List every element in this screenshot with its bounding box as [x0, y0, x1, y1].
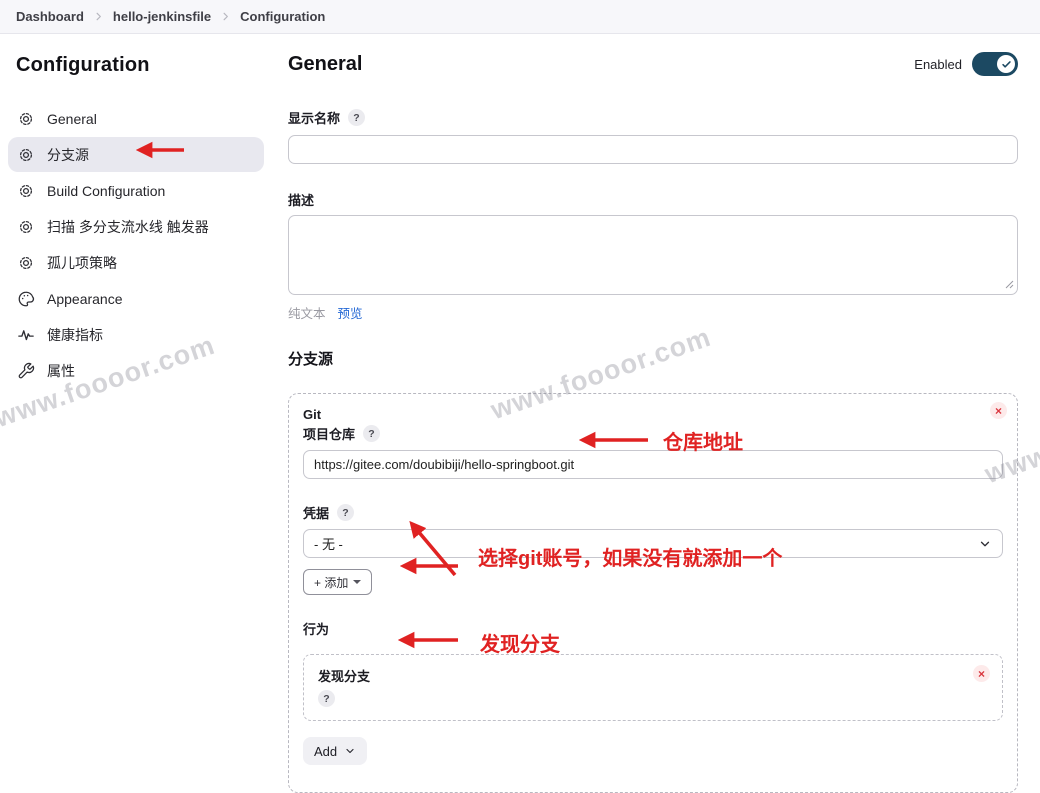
preview-link[interactable]: 预览	[338, 303, 363, 322]
toggle-knob	[997, 55, 1015, 73]
help-icon[interactable]: ?	[318, 690, 335, 707]
check-icon	[1001, 59, 1012, 70]
remove-git-source-button[interactable]: ×	[990, 402, 1007, 419]
sidebar-item-branch-sources[interactable]: 分支源	[8, 137, 264, 172]
sidebar-item-health-metrics[interactable]: 健康指标	[8, 317, 264, 352]
description-label: 描述	[288, 190, 314, 209]
sidebar-item-label: Build Configuration	[47, 183, 165, 199]
enabled-toggle[interactable]	[972, 52, 1018, 76]
sidebar-item-properties[interactable]: 属性	[8, 353, 264, 388]
behavior-card-discover-branches: × 发现分支 ?	[303, 654, 1003, 721]
wrench-icon	[17, 362, 35, 380]
sidebar-item-label: General	[47, 111, 97, 127]
breadcrumb: Dashboard hello-jenkinsfile Configuratio…	[0, 0, 1040, 34]
project-repository-input[interactable]	[303, 450, 1003, 479]
credentials-label: 凭据	[303, 503, 329, 522]
remove-behavior-button[interactable]: ×	[973, 665, 990, 682]
add-behavior-button[interactable]: Add	[303, 737, 367, 765]
sidebar-item-label: Appearance	[47, 291, 123, 307]
credentials-selected-value: - 无 -	[314, 534, 343, 553]
chevron-right-icon	[220, 11, 231, 22]
git-source-card: × Git 项目仓库 ? 凭据 ? - 无 - + 添加 行为	[288, 393, 1018, 793]
enabled-label: Enabled	[914, 57, 962, 72]
palette-icon	[17, 290, 35, 308]
gear-icon	[17, 110, 35, 128]
chevron-down-icon	[344, 745, 356, 757]
gear-icon	[17, 218, 35, 236]
branch-sources-heading: 分支源	[288, 348, 1018, 369]
behavior-title: 发现分支	[318, 666, 988, 685]
sidebar-item-build-configuration[interactable]: Build Configuration	[8, 173, 264, 208]
project-repository-label: 项目仓库	[303, 424, 355, 443]
chevron-down-icon	[978, 537, 992, 551]
help-icon[interactable]: ?	[337, 504, 354, 521]
config-sidebar: Configuration General 分支源 Build Configur…	[0, 34, 280, 751]
behaviors-label: 行为	[303, 619, 329, 638]
pulse-icon	[17, 326, 35, 344]
caret-down-icon	[353, 580, 361, 584]
sidebar-item-general[interactable]: General	[8, 101, 264, 136]
sidebar-item-label: 孤儿项策略	[47, 253, 117, 273]
sidebar-item-label: 属性	[47, 361, 75, 381]
sidebar-item-label: 健康指标	[47, 325, 103, 345]
sidebar-item-orphaned-item-strategy[interactable]: 孤儿项策略	[8, 245, 264, 280]
git-source-title: Git	[303, 407, 1003, 422]
breadcrumb-job[interactable]: hello-jenkinsfile	[113, 9, 211, 24]
sidebar-item-scan-triggers[interactable]: 扫描 多分支流水线 触发器	[8, 209, 264, 244]
sidebar-item-label: 分支源	[47, 145, 89, 165]
sidebar-item-label: 扫描 多分支流水线 触发器	[47, 217, 209, 237]
gear-icon	[17, 182, 35, 200]
plain-text-label: 纯文本	[288, 303, 326, 322]
breadcrumb-configuration[interactable]: Configuration	[240, 9, 325, 24]
help-icon[interactable]: ?	[363, 425, 380, 442]
chevron-right-icon	[93, 11, 104, 22]
sidebar-item-appearance[interactable]: Appearance	[8, 281, 264, 316]
page-title: General	[288, 53, 362, 76]
add-credential-button[interactable]: + 添加	[303, 569, 372, 595]
credentials-select[interactable]: - 无 -	[303, 529, 1003, 558]
config-main: General Enabled 显示名称 ? 描述 纯文本 预览	[280, 34, 1040, 751]
gear-icon	[17, 146, 35, 164]
sidebar-title: Configuration	[16, 54, 264, 77]
add-behavior-label: Add	[314, 744, 337, 759]
gear-icon	[17, 254, 35, 272]
display-name-label: 显示名称	[288, 108, 340, 127]
display-name-input[interactable]	[288, 135, 1018, 164]
description-textarea[interactable]	[288, 215, 1018, 295]
add-credential-label: + 添加	[314, 574, 348, 591]
breadcrumb-dashboard[interactable]: Dashboard	[16, 9, 84, 24]
help-icon[interactable]: ?	[348, 109, 365, 126]
